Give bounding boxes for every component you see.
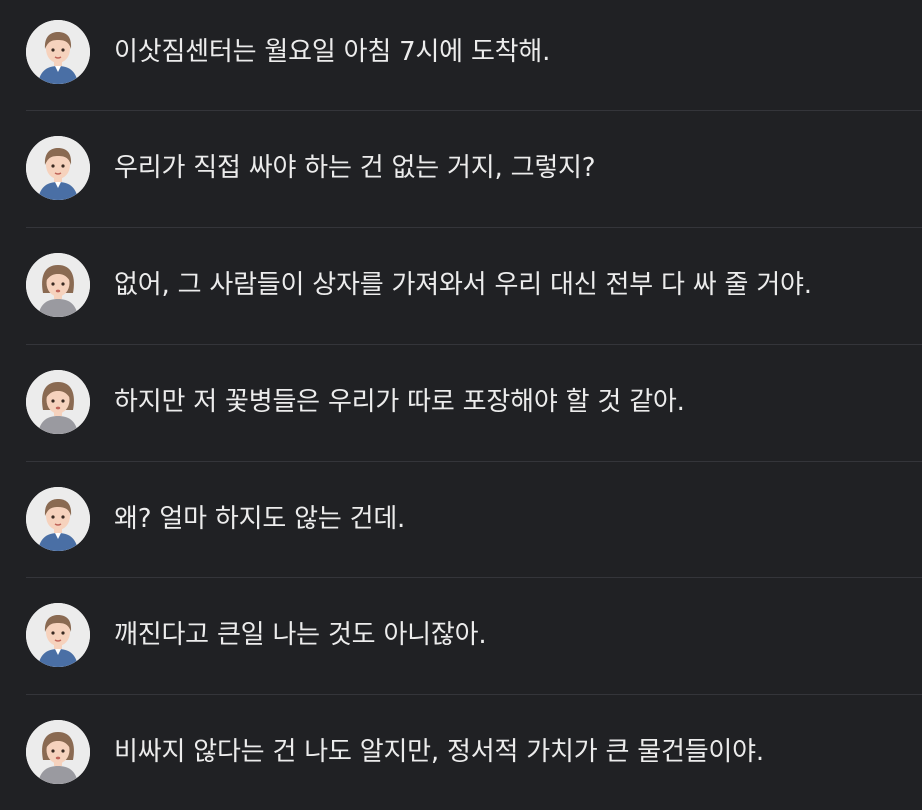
- message-text: 비싸지 않다는 건 나도 알지만, 정서적 가치가 큰 물건들이야.: [114, 737, 764, 767]
- message-text: 없어, 그 사람들이 상자를 가져와서 우리 대신 전부 다 싸 줄 거야.: [114, 270, 812, 300]
- man-avatar-icon: [26, 487, 90, 551]
- message-text: 우리가 직접 싸야 하는 건 없는 거지, 그렇지?: [114, 153, 596, 183]
- message-text: 하지만 저 꽃병들은 우리가 따로 포장해야 할 것 같아.: [114, 387, 685, 417]
- message-row: 왜? 얼마 하지도 않는 건데.: [26, 461, 922, 577]
- man-avatar-icon: [26, 603, 90, 667]
- message-row: 우리가 직접 싸야 하는 건 없는 거지, 그렇지?: [26, 110, 922, 226]
- woman-avatar-icon: [26, 253, 90, 317]
- message-text: 깨진다고 큰일 나는 것도 아니잖아.: [114, 620, 487, 650]
- woman-avatar-icon: [26, 720, 90, 784]
- message-text: 왜? 얼마 하지도 않는 건데.: [114, 504, 406, 534]
- message-row: 하지만 저 꽃병들은 우리가 따로 포장해야 할 것 같아.: [26, 344, 922, 460]
- chat-message-list: 이삿짐센터는 월요일 아침 7시에 도착해. 우리가 직접 싸야 하는 건 없는…: [0, 0, 922, 800]
- woman-avatar-icon: [26, 370, 90, 434]
- message-row: 깨진다고 큰일 나는 것도 아니잖아.: [26, 577, 922, 693]
- man-avatar-icon: [26, 136, 90, 200]
- message-row: 비싸지 않다는 건 나도 알지만, 정서적 가치가 큰 물건들이야.: [26, 694, 922, 810]
- man-avatar-icon: [26, 20, 90, 84]
- message-row: 없어, 그 사람들이 상자를 가져와서 우리 대신 전부 다 싸 줄 거야.: [26, 227, 922, 343]
- message-text: 이삿짐센터는 월요일 아침 7시에 도착해.: [114, 37, 551, 67]
- message-row: 이삿짐센터는 월요일 아침 7시에 도착해.: [26, 0, 922, 110]
